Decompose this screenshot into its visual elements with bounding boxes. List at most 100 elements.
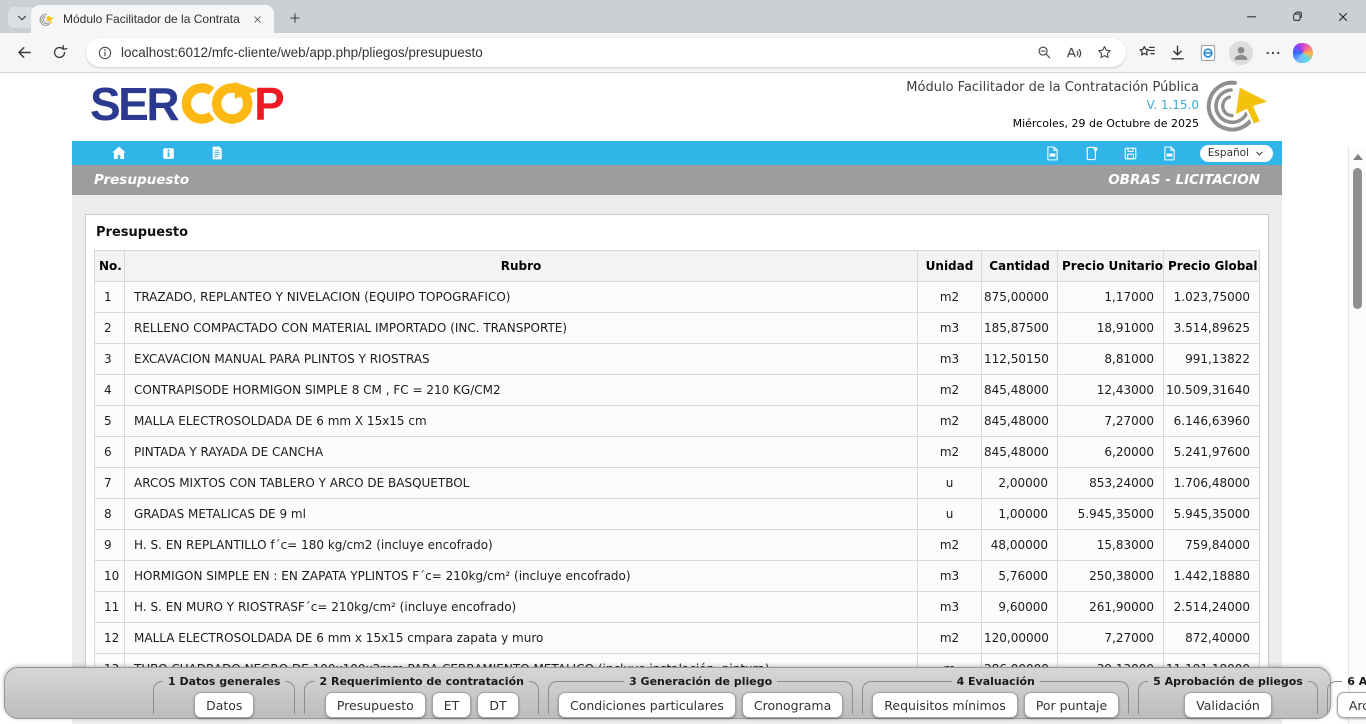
footer-group-buttons: Validación [1148, 692, 1308, 718]
app-title: Módulo Facilitador de la Contratación Pú… [906, 80, 1199, 95]
plus-icon [288, 11, 302, 25]
sercop-loop-icon [175, 80, 263, 127]
footer-button-datos[interactable]: Datos [194, 692, 254, 718]
cell-unidad: m2 [918, 282, 982, 313]
table-row: 11 H. S. EN MURO Y RIOSTRASF´c= 210kg/cm… [95, 592, 1260, 623]
star-icon [1096, 44, 1113, 61]
app-version: V. 1.15.0 [906, 98, 1199, 112]
browser-tab[interactable]: Módulo Facilitador de la Contrata [31, 5, 274, 33]
window-controls [1228, 0, 1366, 33]
settings-menu-button[interactable] [1264, 44, 1282, 62]
col-unidad: Unidad [918, 251, 982, 282]
page-scrollbar[interactable] [1348, 146, 1366, 724]
footer-button-validacio-n[interactable]: Validación [1184, 692, 1272, 718]
pdf-export-button[interactable] [1044, 144, 1062, 162]
cell-unidad: m2 [918, 375, 982, 406]
document-icon [209, 145, 225, 161]
refresh-icon [51, 44, 68, 61]
collections-star-icon [1138, 43, 1157, 62]
favorites-bar-button[interactable] [1138, 43, 1157, 62]
cell-precio-unitario: 6,20000 [1058, 437, 1164, 468]
new-document-button[interactable] [1083, 144, 1101, 162]
cell-cantidad: 9,60000 [982, 592, 1058, 623]
chevron-down-icon [15, 11, 29, 25]
copilot-icon[interactable] [1293, 43, 1313, 63]
minimize-button[interactable] [1228, 0, 1274, 33]
scrollbar-thumb[interactable] [1353, 168, 1362, 309]
download-icon [1168, 43, 1187, 62]
ie-mode-button[interactable] [1198, 43, 1218, 63]
pdf-export-button-2[interactable] [1161, 144, 1179, 162]
cell-rubro: TRAZADO, REPLANTEO Y NIVELACION (EQUIPO … [125, 282, 918, 313]
cell-precio-unitario: 250,38000 [1058, 561, 1164, 592]
footer-group: 3 Generación de pliego Condiciones parti… [548, 675, 853, 714]
favicon-mfc-icon [39, 12, 56, 27]
restore-icon [1290, 9, 1305, 24]
favorite-button[interactable] [1093, 42, 1115, 64]
profile-button[interactable] [1229, 41, 1253, 65]
close-window-button[interactable] [1320, 0, 1366, 33]
tab-close-icon[interactable] [249, 11, 266, 28]
cell-precio-global: 1.023,75000 [1164, 282, 1260, 313]
footer-button-condiciones-particulares[interactable]: Condiciones particulares [558, 692, 736, 718]
file-new-icon [1083, 145, 1100, 162]
footer-button-archivos[interactable]: Archivos [1337, 692, 1366, 718]
pdf-file-icon [1161, 145, 1178, 162]
cell-precio-unitario: 5.945,35000 [1058, 499, 1164, 530]
back-button[interactable] [10, 39, 38, 67]
cell-no: 5 [95, 406, 125, 437]
site-info-icon[interactable] [97, 45, 113, 61]
cell-precio-global: 5.945,35000 [1164, 499, 1260, 530]
cell-unidad: m2 [918, 623, 982, 654]
cell-no: 4 [95, 375, 125, 406]
read-aloud-button[interactable] [1063, 42, 1085, 64]
col-precio-unitario: Precio Unitario [1058, 251, 1164, 282]
site-header: SER P Módulo Facilitador de la Contratac… [72, 73, 1282, 141]
footer-button-por-puntaje[interactable]: Por puntaje [1024, 692, 1119, 718]
footer-group-label: 5 Aprobación de pliegos [1148, 675, 1308, 688]
zoom-out-button[interactable] [1033, 42, 1055, 64]
footer-button-et[interactable]: ET [432, 692, 472, 718]
cell-cantidad: 48,00000 [982, 530, 1058, 561]
footer-group-buttons: Datos [163, 692, 285, 718]
document-button[interactable] [208, 144, 226, 162]
table-row: 1 TRAZADO, REPLANTEO Y NIVELACION (EQUIP… [95, 282, 1260, 313]
footer-button-dt[interactable]: DT [477, 692, 518, 718]
home-button[interactable] [110, 144, 128, 162]
downloads-button[interactable] [1168, 43, 1187, 62]
cell-rubro: H. S. EN REPLANTILLO f´c= 180 kg/cm2 (in… [125, 530, 918, 561]
refresh-button[interactable] [45, 39, 73, 67]
cell-precio-global: 1.442,18880 [1164, 561, 1260, 592]
footer-group-buttons: PresupuestoETDT [314, 692, 528, 718]
cell-cantidad: 2,00000 [982, 468, 1058, 499]
site: SER P Módulo Facilitador de la Contratac… [72, 73, 1282, 724]
url-text[interactable]: localhost:6012/mfc-cliente/web/app.php/p… [121, 45, 1025, 60]
cell-no: 3 [95, 344, 125, 375]
read-aloud-icon [1065, 44, 1083, 62]
new-tab-button[interactable] [284, 7, 305, 28]
budget-table-body: 1 TRAZADO, REPLANTEO Y NIVELACION (EQUIP… [95, 282, 1260, 685]
table-row: 7 ARCOS MIXTOS CON TABLERO Y ARCO DE BAS… [95, 468, 1260, 499]
col-cantidad: Cantidad [982, 251, 1058, 282]
cell-unidad: u [918, 468, 982, 499]
save-button[interactable] [1122, 144, 1140, 162]
cell-precio-unitario: 1,17000 [1058, 282, 1164, 313]
table-row: 12 MALLA ELECTROSOLDADA DE 6 mm x 15x15 … [95, 623, 1260, 654]
ellipsis-icon [1264, 44, 1282, 62]
info-button[interactable] [159, 144, 177, 162]
address-bar[interactable]: localhost:6012/mfc-cliente/web/app.php/p… [86, 38, 1126, 67]
footer-button-cronograma[interactable]: Cronograma [742, 692, 843, 718]
restore-button[interactable] [1274, 0, 1320, 33]
tab-strip: Módulo Facilitador de la Contrata [0, 0, 1366, 33]
back-icon [15, 43, 34, 62]
footer-button-presupuesto[interactable]: Presupuesto [325, 692, 426, 718]
language-select[interactable]: Español [1200, 145, 1273, 162]
cell-precio-global: 872,40000 [1164, 623, 1260, 654]
cell-precio-unitario: 7,27000 [1058, 623, 1164, 654]
cell-precio-global: 6.146,63960 [1164, 406, 1260, 437]
footer-button-requisitos-mi-nimos[interactable]: Requisitos mínimos [872, 692, 1018, 718]
content-area: Presupuesto No. Rubro Unidad Cantidad Pr… [72, 195, 1282, 724]
cell-rubro: HORMIGON SIMPLE EN : EN ZAPATA YPLINTOS … [125, 561, 918, 592]
scroll-up-arrow-icon[interactable] [1353, 154, 1363, 160]
footer-group: 4 Evaluación Requisitos mínimosPor punta… [862, 675, 1129, 714]
